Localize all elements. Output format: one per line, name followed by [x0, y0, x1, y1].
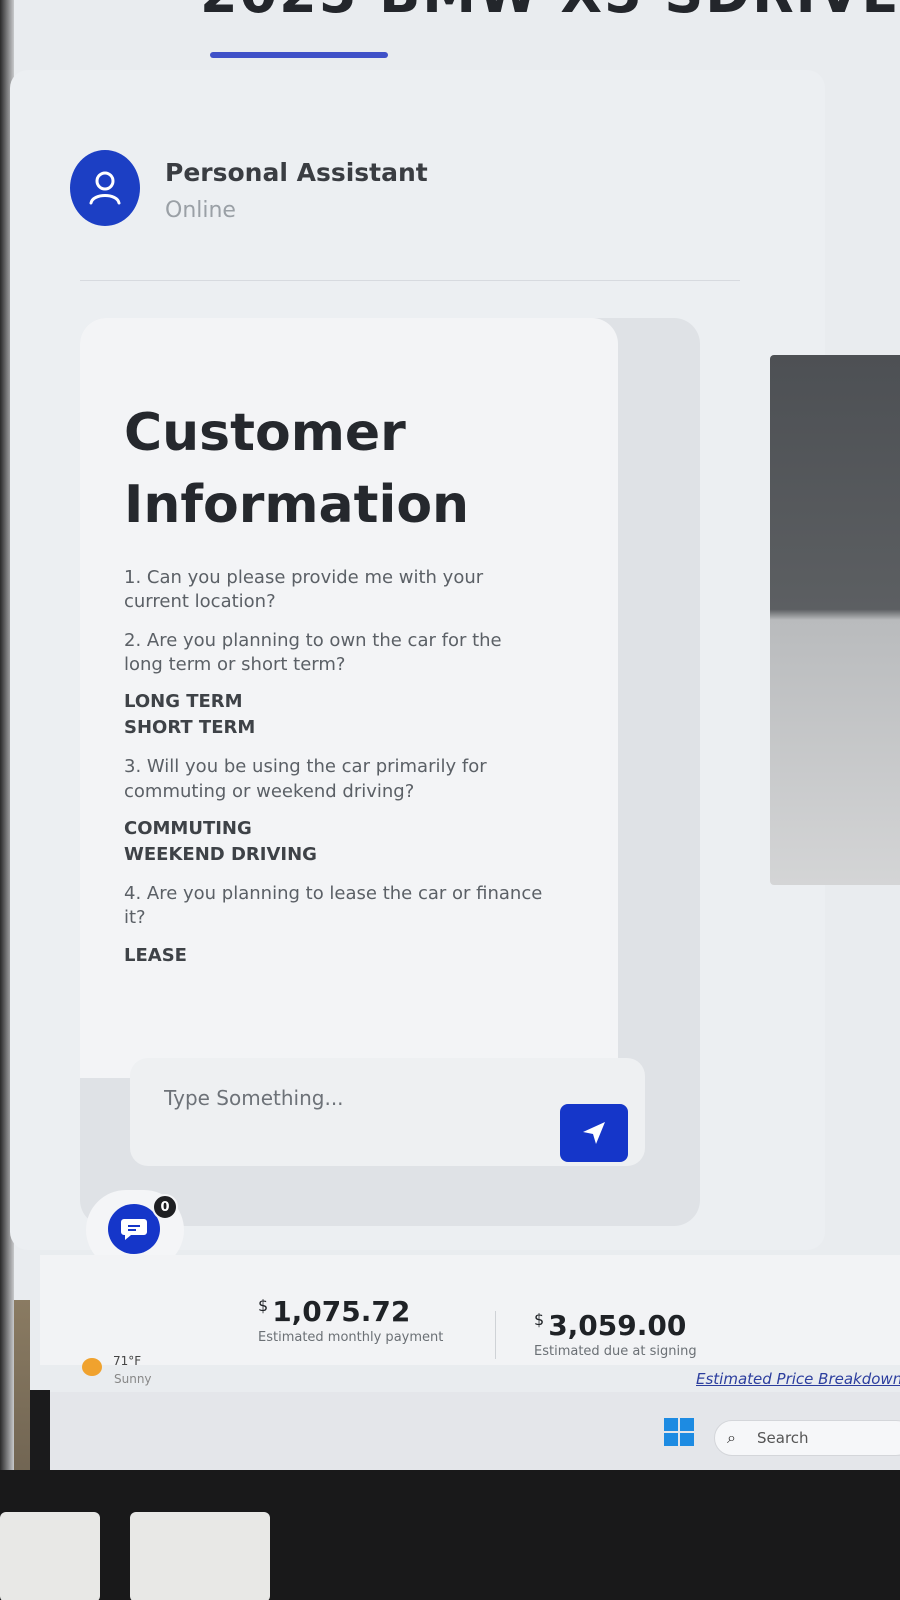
monthly-value: 1,075.72: [272, 1295, 411, 1328]
option-short-term[interactable]: SHORT TERM: [124, 715, 574, 741]
due-at-signing: $3,059.00 Estimated due at signing: [534, 1309, 697, 1359]
header-divider: [80, 280, 740, 281]
option-group-usage: COMMUTING WEEKEND DRIVING: [124, 816, 574, 868]
message-title-line1: Customer: [124, 403, 406, 463]
message-input[interactable]: [164, 1076, 544, 1120]
keyboard-key: [0, 1512, 100, 1600]
search-icon: ⌕: [727, 1428, 736, 1447]
option-commuting[interactable]: COMMUTING: [124, 816, 574, 842]
message-bubble: Customer Information 1. Can you please p…: [80, 318, 618, 1078]
monitor-bezel-edge: [30, 1390, 50, 1480]
message-input-bar: [130, 1058, 645, 1166]
option-lease[interactable]: LEASE: [124, 943, 574, 969]
price-divider: [495, 1311, 496, 1359]
option-weekend-driving[interactable]: WEEKEND DRIVING: [124, 842, 574, 868]
windows-start-icon[interactable]: [664, 1418, 694, 1446]
car-image: [770, 355, 900, 885]
due-currency: $: [534, 1309, 545, 1329]
message-title-line2: Information: [124, 475, 470, 535]
sun-icon: [82, 1358, 102, 1376]
monthly-payment: $1,075.72 Estimated monthly payment: [258, 1295, 443, 1345]
send-button[interactable]: [560, 1104, 628, 1162]
monthly-currency: $: [258, 1295, 269, 1315]
question-2: 2. Are you planning to own the car for t…: [124, 629, 502, 675]
due-value: 3,059.00: [548, 1309, 687, 1342]
option-long-term[interactable]: LONG TERM: [124, 689, 574, 715]
keyboard-key: [130, 1512, 270, 1600]
question-4: 4. Are you planning to lease the car or …: [124, 883, 543, 929]
assistant-name: Personal Assistant: [165, 158, 428, 187]
taskbar-search[interactable]: ⌕ Search: [714, 1420, 900, 1456]
option-group-payment: LEASE: [124, 943, 574, 969]
weather-condition: Sunny: [114, 1372, 152, 1386]
price-breakdown-link[interactable]: Estimated Price Breakdown: [696, 1370, 900, 1388]
title-underline: [210, 52, 388, 58]
monthly-label: Estimated monthly payment: [258, 1330, 444, 1345]
assistant-status: Online: [165, 198, 236, 223]
unread-badge: 0: [152, 1194, 178, 1220]
price-bar: $1,075.72 Estimated monthly payment $3,0…: [40, 1255, 900, 1365]
taskbar-search-label: Search: [757, 1429, 809, 1447]
avatar: [70, 150, 140, 226]
weather-temp: 71°F: [113, 1354, 142, 1368]
page-title: 2025 BMW X5 SDRIVE: [200, 0, 900, 22]
user-icon: [89, 171, 121, 205]
option-group-term: LONG TERM SHORT TERM: [124, 689, 574, 741]
send-icon: [583, 1122, 605, 1144]
question-3: 3. Will you be using the car primarily f…: [124, 756, 487, 802]
due-label: Estimated due at signing: [534, 1344, 697, 1359]
question-1: 1. Can you please provide me with your c…: [124, 567, 484, 613]
